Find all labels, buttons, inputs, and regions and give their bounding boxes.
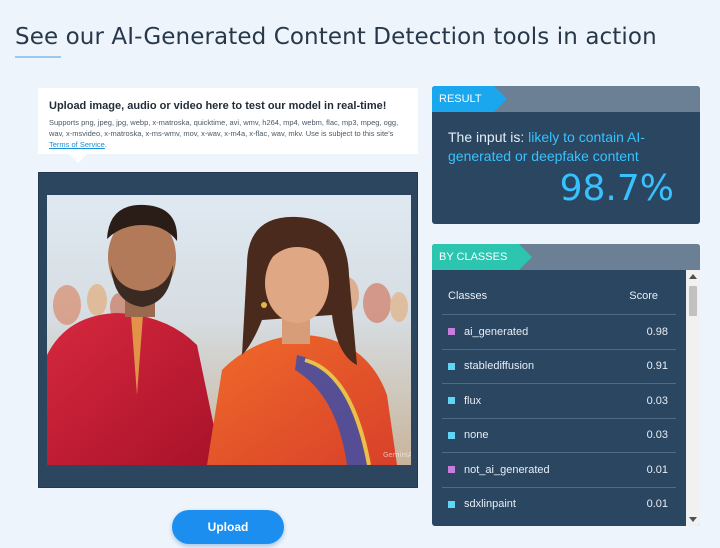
upload-button[interactable]: Upload <box>172 510 284 544</box>
class-row: sdxlinpaint 0.01 <box>442 486 676 522</box>
column-header-score: Score <box>629 290 658 302</box>
classes-tag: BY CLASSES <box>432 244 533 270</box>
title-underline <box>15 56 61 58</box>
classes-table-header: Classes Score <box>432 270 686 314</box>
class-row: not_ai_generated 0.01 <box>442 452 676 487</box>
class-score: 0.03 <box>646 394 668 407</box>
upload-info-title: Upload image, audio or video here to tes… <box>49 100 387 112</box>
class-row: flux 0.03 <box>442 383 676 418</box>
result-prefix: The input is: <box>448 129 529 145</box>
class-color-swatch <box>448 466 455 474</box>
upload-info-box: Upload image, audio or video here to tes… <box>38 88 418 163</box>
class-color-swatch <box>448 500 455 508</box>
class-name: ai_generated <box>464 325 529 338</box>
class-row-label-group: flux <box>448 395 481 407</box>
class-row: stablediffusion 0.91 <box>442 348 676 384</box>
class-row-label-group: sdxlinpaint <box>448 498 516 510</box>
class-color-swatch <box>448 328 455 336</box>
supported-formats: Supports png, jpeg, jpg, webp, x-matrosk… <box>49 118 399 138</box>
class-score: 0.98 <box>646 325 668 338</box>
result-score: 98.7% <box>559 168 674 209</box>
class-color-swatch <box>448 431 455 439</box>
class-name: stablediffusion <box>464 360 535 373</box>
class-name: sdxlinpaint <box>464 498 516 511</box>
classes-scrollbar[interactable] <box>686 270 700 526</box>
scroll-down-arrow-icon[interactable] <box>689 517 697 522</box>
class-row: ai_generated 0.98 <box>442 314 676 349</box>
class-score: 0.03 <box>646 429 668 442</box>
class-color-swatch <box>448 362 455 370</box>
class-name: flux <box>464 394 482 407</box>
result-verdict: The input is: likely to contain AI-gener… <box>448 128 688 166</box>
class-row: none 0.03 <box>442 417 676 453</box>
class-score: 0.01 <box>646 498 668 511</box>
page-title: See our AI-Generated Content Detection t… <box>15 24 657 50</box>
result-tag: RESULT <box>432 86 507 112</box>
tos-suffix: . <box>104 140 107 149</box>
class-score: 0.91 <box>646 360 668 373</box>
terms-of-service-link[interactable]: Terms of Service <box>49 140 105 149</box>
supported-formats-text: Supports png, jpeg, jpg, webp, x-matrosk… <box>49 117 408 150</box>
upload-preview-panel[interactable]: GeminiAI <box>38 172 418 488</box>
scrollbar-thumb[interactable] <box>689 286 697 316</box>
result-card-header: RESULT <box>432 86 700 112</box>
class-row-label-group: ai_generated <box>448 326 528 338</box>
class-row-label-group: stablediffusion <box>448 360 534 372</box>
class-row-label-group: not_ai_generated <box>448 464 550 476</box>
uploaded-image-preview: GeminiAI <box>47 195 411 465</box>
class-name: not_ai_generated <box>464 463 550 476</box>
result-card: RESULT The input is: likely to contain A… <box>432 86 700 224</box>
column-header-classes: Classes <box>448 290 488 302</box>
scroll-up-arrow-icon[interactable] <box>689 274 697 279</box>
class-name: none <box>464 429 489 442</box>
classes-card-header: BY CLASSES <box>432 244 700 270</box>
classes-card: BY CLASSES Classes Score ai_generated 0.9… <box>432 244 700 526</box>
class-color-swatch <box>448 397 455 405</box>
class-row-label-group: none <box>448 429 488 441</box>
class-score: 0.01 <box>646 463 668 476</box>
image-watermark: GeminiAI <box>383 451 411 459</box>
classes-table[interactable]: Classes Score ai_generated 0.98 stablediff… <box>432 270 686 526</box>
